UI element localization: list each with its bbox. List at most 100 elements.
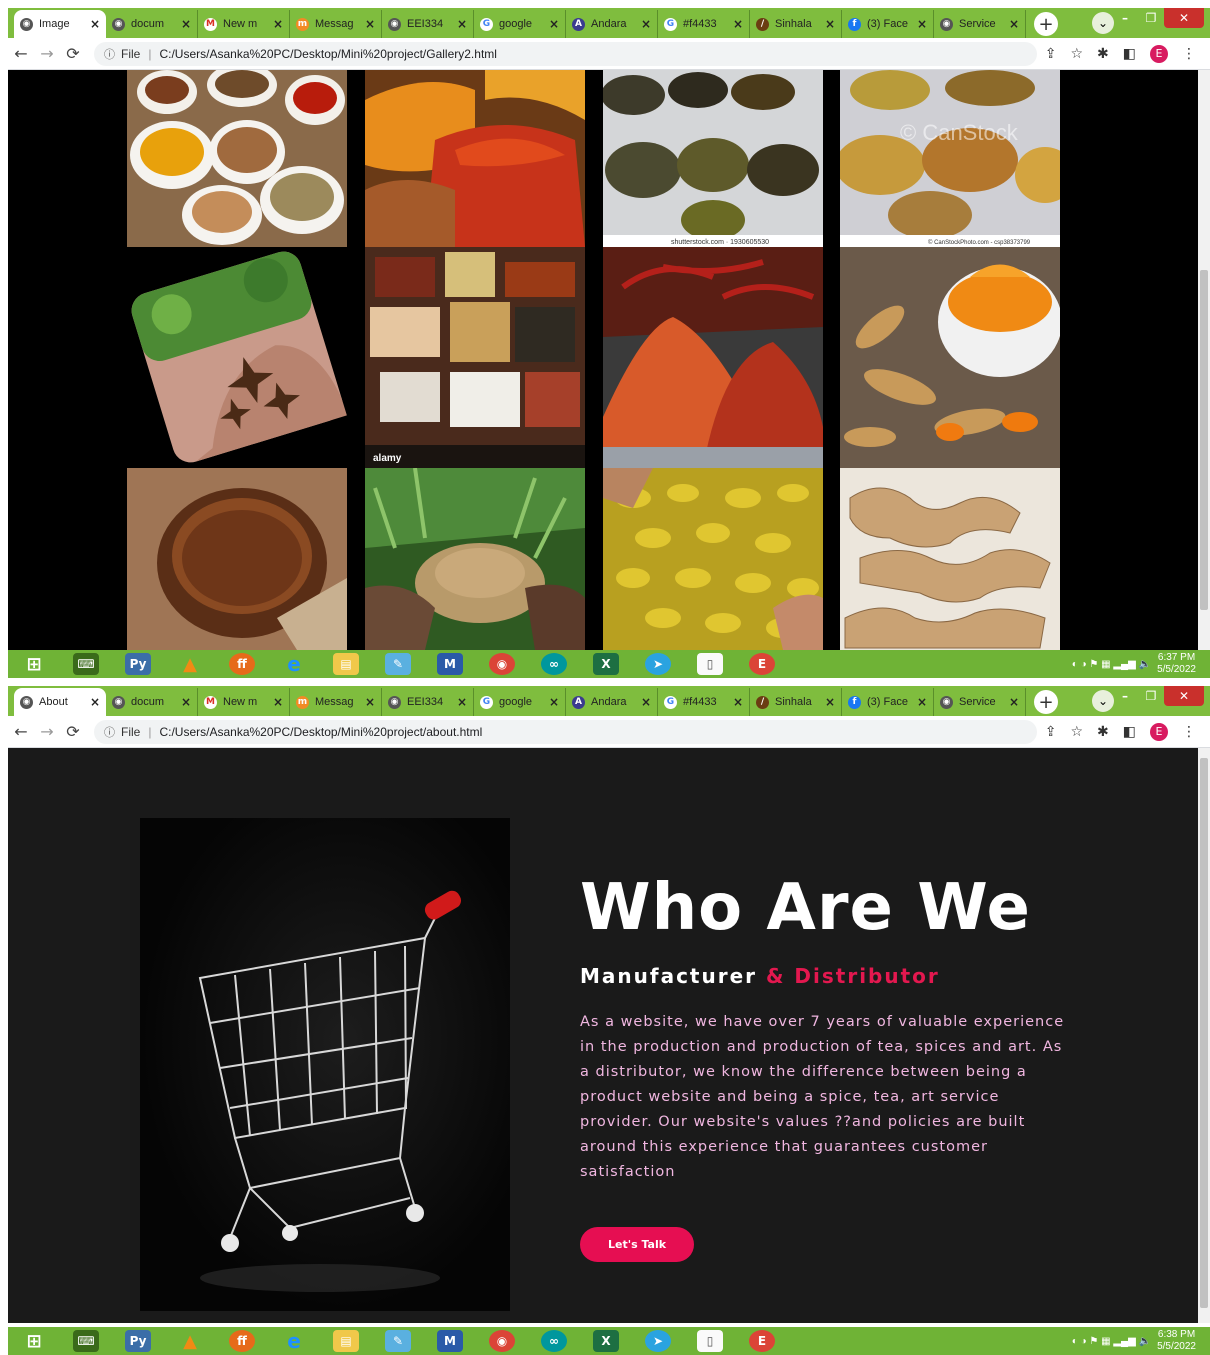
close-tab-icon[interactable]: × (365, 17, 375, 31)
back-arrow-icon[interactable]: ← (8, 722, 34, 741)
close-tab-icon[interactable]: × (1009, 17, 1019, 31)
excel-icon[interactable]: X (593, 1330, 619, 1352)
menu-kebab-icon[interactable]: ⋮ (1182, 46, 1196, 62)
file-icon[interactable]: ▯ (697, 653, 723, 675)
tab-f4433[interactable]: G #f4433 × (658, 688, 750, 716)
extensions-puzzle-icon[interactable]: ✱ (1097, 724, 1109, 740)
firefox-icon[interactable]: ff (229, 1330, 255, 1352)
close-tab-icon[interactable]: × (641, 17, 651, 31)
file-icon[interactable]: ▯ (697, 1330, 723, 1352)
python-icon[interactable]: Py (125, 1330, 151, 1352)
close-tab-icon[interactable]: × (90, 17, 100, 31)
chrome-icon[interactable]: ◉ (489, 653, 515, 675)
side-panel-icon[interactable]: ◧ (1123, 724, 1136, 740)
reload-icon[interactable]: ⟳ (60, 44, 86, 63)
gallery-image-ginger[interactable] (840, 468, 1060, 650)
close-tab-icon[interactable]: × (825, 695, 835, 709)
gallery-image-spice-sacks-canstock[interactable]: © CanStock © CanStockPhoto.com - csp3837… (840, 70, 1060, 247)
chrome-profile-icon[interactable]: E (749, 653, 775, 675)
close-window-icon[interactable]: ✕ (1164, 8, 1204, 28)
new-tab-button[interactable]: + (1034, 12, 1058, 36)
python-icon[interactable]: Py (125, 653, 151, 675)
close-tab-icon[interactable]: × (641, 695, 651, 709)
forward-arrow-icon[interactable]: → (34, 44, 60, 63)
arduino-icon[interactable]: ∞ (541, 653, 567, 675)
tab-about[interactable]: ◉ About × (14, 688, 106, 716)
close-tab-icon[interactable]: × (917, 695, 927, 709)
tab-facebook[interactable]: f (3) Face × (842, 688, 934, 716)
notepad-icon[interactable]: ✎ (385, 653, 411, 675)
tab-gmail[interactable]: M New m × (198, 688, 290, 716)
close-tab-icon[interactable]: × (181, 695, 191, 709)
gallery-image-spice-bags-market[interactable]: shutterstock.com · 1930605530 (603, 70, 823, 247)
info-icon[interactable]: ⓘ (104, 46, 115, 62)
close-tab-icon[interactable]: × (549, 695, 559, 709)
url-input[interactable]: ⓘ File | C:/Users/Asanka%20PC/Desktop/Mi… (94, 41, 1037, 66)
vlc-icon[interactable]: ▲ (177, 1330, 203, 1352)
gallery-image-spice-bowls[interactable] (127, 70, 347, 247)
close-tab-icon[interactable]: × (1009, 695, 1019, 709)
ie-icon[interactable]: e (281, 1329, 307, 1353)
close-tab-icon[interactable]: × (733, 695, 743, 709)
telegram-icon[interactable]: ➤ (645, 1330, 671, 1352)
chrome-profile-icon[interactable]: E (749, 1330, 775, 1352)
tab-sinhala[interactable]: / Sinhala × (750, 688, 842, 716)
gallery-image-chili-sacks[interactable] (365, 70, 585, 247)
close-tab-icon[interactable]: × (457, 695, 467, 709)
close-window-icon[interactable]: ✕ (1164, 686, 1204, 706)
close-tab-icon[interactable]: × (549, 17, 559, 31)
tab-google[interactable]: Ggoogle × (474, 10, 566, 38)
tab-docum[interactable]: ◉ docum × (106, 10, 198, 38)
close-tab-icon[interactable]: × (273, 695, 283, 709)
tab-service[interactable]: ◉ Service × (934, 10, 1026, 38)
gallery-image-turmeric-bowl[interactable] (840, 247, 1060, 468)
excel-icon[interactable]: X (593, 653, 619, 675)
url-input[interactable]: ⓘ File | C:/Users/Asanka%20PC/Desktop/Mi… (94, 719, 1037, 744)
tab-search-chevron-icon[interactable]: ⌄ (1092, 12, 1114, 34)
tab-sinhala[interactable]: / Sinhala × (750, 10, 842, 38)
tab-andara[interactable]: A Andara × (566, 688, 658, 716)
explorer-icon[interactable]: ▤ (333, 653, 359, 675)
tray-icons[interactable]: ◐ ◑ ⚑ ▦ ▂▄▆ 🔈 (1072, 659, 1151, 670)
restore-icon[interactable]: ❐ (1138, 686, 1164, 706)
tab-docum[interactable]: ◉ docum × (106, 688, 198, 716)
gallery-image-spice-packets[interactable]: alamy (365, 247, 585, 468)
keyboard-icon[interactable]: ⌨ (73, 1330, 99, 1352)
menu-kebab-icon[interactable]: ⋮ (1182, 724, 1196, 740)
close-tab-icon[interactable]: × (917, 17, 927, 31)
keyboard-icon[interactable]: ⌨ (73, 653, 99, 675)
firefox-icon[interactable]: ff (229, 653, 255, 675)
tab-eei334[interactable]: ◉ EEI334 × (382, 10, 474, 38)
start-icon[interactable]: ⊞ (21, 1330, 47, 1352)
clock[interactable]: 6:37 PM 5/5/2022 (1157, 652, 1196, 676)
tab-messages[interactable]: m Messag × (290, 688, 382, 716)
info-icon[interactable]: ⓘ (104, 724, 115, 740)
profile-avatar[interactable]: E (1150, 722, 1168, 741)
close-tab-icon[interactable]: × (181, 17, 191, 31)
tab-search-chevron-icon[interactable]: ⌄ (1092, 690, 1114, 712)
tab-gmail[interactable]: M New m × (198, 10, 290, 38)
share-icon[interactable]: ⇪ (1045, 724, 1057, 740)
reload-icon[interactable]: ⟳ (60, 722, 86, 741)
notepad-icon[interactable]: ✎ (385, 1330, 411, 1352)
tray-icons[interactable]: ◐ ◑ ⚑ ▦ ▂▄▆ 🔈 (1072, 1336, 1151, 1347)
close-tab-icon[interactable]: × (825, 17, 835, 31)
explorer-icon[interactable]: ▤ (333, 1330, 359, 1352)
forward-arrow-icon[interactable]: → (34, 722, 60, 741)
new-tab-button[interactable]: + (1034, 690, 1058, 714)
matlab-icon[interactable]: M (437, 1330, 463, 1352)
profile-avatar[interactable]: E (1150, 44, 1168, 63)
page-scrollbar[interactable] (1198, 748, 1210, 1323)
back-arrow-icon[interactable]: ← (8, 44, 34, 63)
tab-messages[interactable]: m Messag × (290, 10, 382, 38)
gallery-image-coconut-shell-spice[interactable] (127, 468, 347, 650)
side-panel-icon[interactable]: ◧ (1123, 46, 1136, 62)
matlab-icon[interactable]: M (437, 653, 463, 675)
tab-eei334[interactable]: ◉ EEI334 × (382, 688, 474, 716)
tab-image[interactable]: ◉ Image × (14, 10, 106, 38)
bookmark-star-icon[interactable]: ☆ (1070, 724, 1083, 740)
gallery-image-star-anise-hand[interactable] (127, 247, 347, 468)
start-icon[interactable]: ⊞ (21, 653, 47, 675)
gallery-image-turmeric-harvest[interactable] (365, 468, 585, 650)
restore-icon[interactable]: ❐ (1138, 8, 1164, 28)
